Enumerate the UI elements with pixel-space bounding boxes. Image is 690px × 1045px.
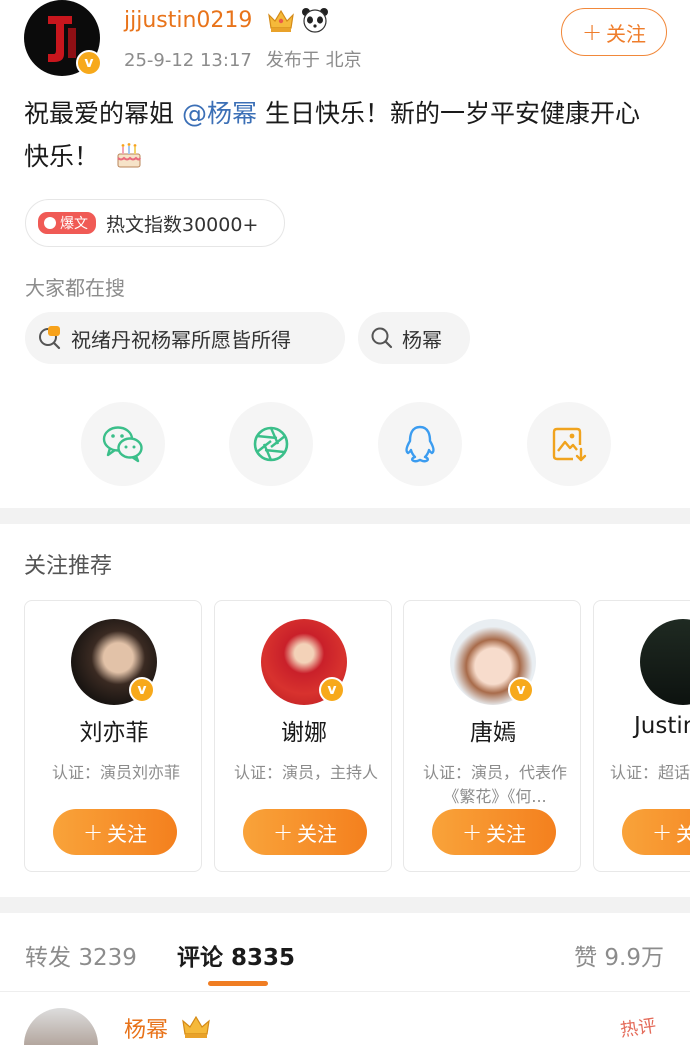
- hot-comment-watermark: 热评: [618, 1015, 658, 1042]
- commenter-avatar[interactable]: [24, 1008, 98, 1045]
- recommend-follow-button[interactable]: + 关注: [243, 809, 367, 855]
- recommend-avatar[interactable]: [640, 619, 690, 705]
- author-avatar[interactable]: v: [24, 0, 102, 76]
- recommend-card[interactable]: v 谢娜 认证：演员，主持人 + 关注: [214, 600, 392, 872]
- recommend-desc: 认证：超话人（黄明昊: [610, 763, 690, 782]
- section-divider: [0, 897, 690, 913]
- active-tab-indicator: [208, 981, 268, 986]
- tab-repost-label: 转发: [25, 945, 71, 971]
- tab-comment-count: 8335: [231, 945, 296, 971]
- recommend-follow-button[interactable]: + 关注: [622, 809, 690, 855]
- wechat-icon: [102, 426, 143, 463]
- search-chip-1-label: 祝绪丹祝杨幂所愿皆所得: [71, 327, 291, 352]
- plus-icon: +: [272, 818, 294, 846]
- author-username[interactable]: jjjustin0219: [124, 8, 252, 33]
- verified-badge-icon: v: [508, 677, 534, 703]
- share-wechat-button[interactable]: [81, 402, 165, 486]
- tab-comment-label: 评论: [177, 945, 223, 971]
- save-image-button[interactable]: [527, 402, 611, 486]
- plus-icon: +: [82, 818, 104, 846]
- search-chip-2-label: 杨幂: [402, 327, 442, 352]
- post-text-before: 祝最爱的幂姐: [24, 99, 175, 128]
- recommend-card[interactable]: Justin 认证：超话人（黄明昊 + 关注: [593, 600, 690, 872]
- commenter-username[interactable]: 杨幂: [124, 1012, 168, 1044]
- verified-badge-icon: v: [129, 677, 155, 703]
- cake-icon: [117, 143, 141, 168]
- recommend-name[interactable]: Justin: [634, 713, 690, 739]
- tab-like-count: 9.9万: [604, 945, 664, 971]
- verified-badge-icon: v: [319, 677, 345, 703]
- trending-search-title: 大家都在搜: [25, 276, 125, 300]
- recommend-follow-label: 关注: [486, 821, 527, 846]
- hot-tag: 爆文: [38, 212, 96, 234]
- mention-link[interactable]: @杨幂: [182, 99, 257, 128]
- post-time: 25-9-12 13:17: [124, 50, 252, 71]
- recommend-follow-label: 关注: [297, 821, 338, 846]
- recommend-desc: 认证：演员，代表作《繁花》《何...: [422, 763, 567, 806]
- recommend-follow-button[interactable]: + 关注: [53, 809, 177, 855]
- search-chip-1[interactable]: 祝绪丹祝杨幂所愿皆所得: [25, 312, 345, 364]
- plus-icon: +: [581, 18, 603, 46]
- save-image-icon: [552, 427, 587, 462]
- panda-icon: [302, 8, 328, 33]
- weibo-hot-icon: [44, 217, 56, 229]
- share-moments-button[interactable]: [229, 402, 313, 486]
- post-meta: 25-9-12 13:17 发布于 北京: [124, 46, 362, 72]
- verified-badge-icon: v: [76, 50, 102, 76]
- tab-like[interactable]: 赞 9.9万: [574, 938, 664, 972]
- recommend-follow-button[interactable]: + 关注: [432, 809, 556, 855]
- tab-repost[interactable]: 转发 3239: [25, 938, 137, 972]
- search-icon: [371, 327, 393, 349]
- recommend-card[interactable]: v 唐嫣 认证：演员，代表作《繁花》《何... + 关注: [403, 600, 581, 872]
- post-location: 发布于 北京: [265, 50, 362, 71]
- follow-button-label: 关注: [606, 21, 647, 46]
- plus-icon: +: [651, 818, 673, 846]
- section-divider: [0, 508, 690, 524]
- plus-icon: +: [461, 818, 483, 846]
- tab-repost-count: 3239: [78, 945, 137, 971]
- recommend-desc: 认证：演员刘亦菲: [51, 763, 180, 782]
- recommend-title: 关注推荐: [24, 554, 113, 579]
- tab-like-label: 赞: [574, 945, 598, 971]
- search-chip-2[interactable]: 杨幂: [358, 312, 470, 364]
- post-text: 祝最爱的幂姐 @杨幂 生日快乐！新的一岁平安健康开心快乐！: [24, 92, 664, 178]
- crown-icon: [268, 9, 294, 32]
- hot-index-text: 热文指数30000+: [106, 213, 259, 236]
- moments-icon: [253, 426, 289, 462]
- recommend-avatar[interactable]: v: [261, 619, 347, 705]
- hot-tag-label: 爆文: [60, 216, 88, 232]
- recommend-avatar[interactable]: v: [71, 619, 157, 705]
- hot-post-badge[interactable]: 爆文 热文指数30000+: [25, 199, 285, 247]
- follow-button[interactable]: + 关注: [561, 8, 667, 56]
- recommend-desc: 认证：演员，主持人: [233, 763, 378, 782]
- crown-icon: [182, 1015, 210, 1038]
- recommend-name[interactable]: 刘亦菲: [25, 713, 201, 747]
- recommend-avatar[interactable]: v: [450, 619, 536, 705]
- recommend-follow-label: 关注: [107, 821, 148, 846]
- recommend-name[interactable]: 谢娜: [215, 713, 391, 747]
- hot-search-icon: [39, 326, 61, 350]
- share-qq-button[interactable]: [378, 402, 462, 486]
- recommend-card[interactable]: v 刘亦菲 认证：演员刘亦菲 + 关注: [24, 600, 202, 872]
- qq-icon: [405, 425, 435, 463]
- recommend-name[interactable]: 唐嫣: [404, 713, 580, 747]
- recommend-follow-label: 关注: [676, 818, 690, 847]
- tab-comment[interactable]: 评论 8335: [177, 938, 295, 972]
